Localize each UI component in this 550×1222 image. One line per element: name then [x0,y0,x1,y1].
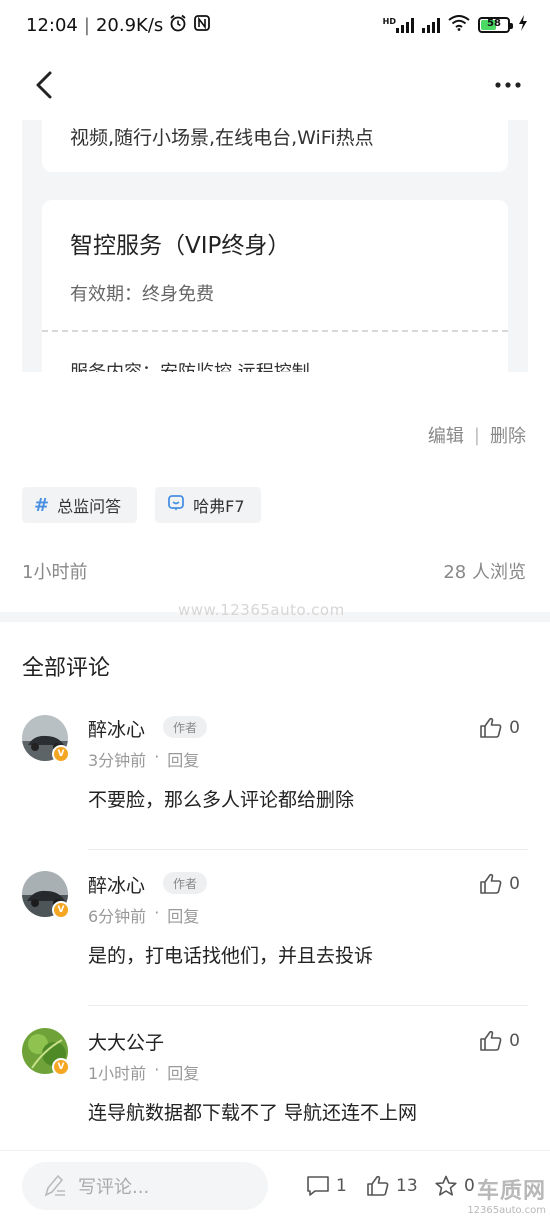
comment-item: V 醉冰心 作者 3分钟前 · 回复 不要脸，那么多人评论都给删除 0 [22,715,528,850]
comment-time: 3分钟前 [88,751,147,770]
reply-button[interactable]: 回复 [167,903,199,927]
wifi-icon [448,14,470,36]
site-logo: 车质网 12365auto.com [467,1179,546,1216]
thumbs-up-icon [367,1175,389,1196]
like-count: 0 [509,1031,520,1051]
tag-label: 总监问答 [57,497,122,516]
thumbs-up-icon [480,1030,502,1051]
meta-dot: · [154,747,160,766]
verified-badge: V [52,901,70,919]
chevron-left-icon [36,71,52,99]
like-post-button[interactable]: 13 [366,1175,418,1197]
status-left: 12:04 | 20.9K/s [26,14,211,37]
charging-icon [518,14,528,36]
battery-icon: 58 [478,17,513,33]
post-meta: 1小时前 28 人浏览 [22,558,526,584]
chat-icon [167,494,185,516]
more-button[interactable] [488,65,528,105]
star-icon [435,1175,457,1196]
comment-placeholder: 写评论... [78,1177,150,1198]
thumbs-up-icon [480,873,502,894]
network-speed: 20.9K/s [95,14,164,36]
tag-topic[interactable]: # 总监问答 [22,487,138,523]
comment-text: 不要脸，那么多人评论都给删除 [88,789,355,811]
nav-bar [0,50,550,120]
author-badge: 作者 [163,872,208,894]
status-bar: 12:04 | 20.9K/s HD 58 [0,0,550,50]
verified-badge: V [52,745,70,763]
comment-author[interactable]: 醉冰心 [88,871,145,898]
comment-time: 6分钟前 [88,907,147,926]
tag-label: 哈弗F7 [193,497,245,516]
alarm-icon [169,14,187,37]
status-divider: | [83,14,90,36]
comment-text: 连导航数据都下载不了 导航还连不上网 [88,1102,418,1124]
comment-item: V 醉冰心 作者 6分钟前 · 回复 是的，打电话找他们，并且去投诉 0 [22,871,528,1006]
service-card-content: 服务内容：安防监控,远程控制 [70,358,310,372]
more-dots-icon [495,82,521,88]
like-button[interactable]: 0 [479,1030,520,1052]
comments-title: 全部评论 [22,656,111,681]
signal-icon-2 [422,17,440,33]
verified-badge: V [52,1058,70,1076]
pencil-icon [44,1174,65,1197]
comment-divider [88,1005,528,1006]
dashed-divider [42,330,508,332]
view-count: 28 人浏览 [443,562,526,583]
bottom-bar: 写评论... 1 13 0 车质网 12365auto.com [0,1150,550,1222]
nfc-icon [193,14,211,37]
edit-button[interactable]: 编辑 [428,422,464,448]
comment-text: 是的，打电话找他们，并且去投诉 [88,945,374,967]
like-button[interactable]: 0 [479,873,520,895]
comment-item: V 大大公子 1小时前 · 回复 连导航数据都下载不了 导航还连不上网 0 [22,1028,528,1158]
comment-meta: 3分钟前 · 回复 [88,747,199,771]
post-actions: 编辑 | 删除 [428,422,526,448]
meta-dot: · [154,1060,160,1079]
comment-meta: 1小时前 · 回复 [88,1060,199,1084]
tag-car-model[interactable]: 哈弗F7 [155,487,261,523]
reply-button[interactable]: 回复 [167,1060,199,1084]
meta-dot: · [154,903,160,922]
comment-time: 1小时前 [88,1064,147,1083]
like-count: 13 [396,1176,418,1196]
author-badge: 作者 [163,716,208,738]
article-image-area: 视频,随行小场景,在线电台,WiFi热点 智控服务（VIP终身） 有效期：终身免… [22,120,528,372]
comment-author[interactable]: 醉冰心 [88,715,145,742]
action-separator: | [473,424,480,446]
comment-count-button[interactable]: 1 [306,1175,347,1197]
comment-author[interactable]: 大大公子 [88,1028,164,1055]
comment-count: 1 [336,1176,347,1196]
signal-icon-1: HD [383,17,414,33]
hash-icon: # [34,494,50,516]
delete-button[interactable]: 删除 [490,422,526,448]
thumbs-up-icon [480,717,502,738]
comment-divider [88,849,528,850]
status-right: HD 58 [383,14,528,36]
service-card-validity: 有效期：终身免费 [70,284,214,305]
post-time: 1小时前 [22,562,88,583]
service-card-1: 视频,随行小场景,在线电台,WiFi热点 [42,120,508,172]
like-count: 0 [509,718,520,738]
watermark: www.12365auto.com [178,601,345,619]
service-card-text: 视频,随行小场景,在线电台,WiFi热点 [70,127,374,149]
like-button[interactable]: 0 [479,717,520,739]
status-time: 12:04 [26,14,78,36]
comment-input[interactable]: 写评论... [22,1162,268,1210]
reply-button[interactable]: 回复 [167,747,199,771]
like-count: 0 [509,874,520,894]
back-button[interactable] [24,65,64,105]
comment-meta: 6分钟前 · 回复 [88,903,199,927]
service-card-title: 智控服务（VIP终身） [70,233,291,259]
tag-list: # 总监问答 哈弗F7 [22,487,261,523]
comment-icon [307,1176,329,1196]
service-card-2: 智控服务（VIP终身） 有效期：终身免费 服务内容：安防监控,远程控制 [42,200,508,372]
